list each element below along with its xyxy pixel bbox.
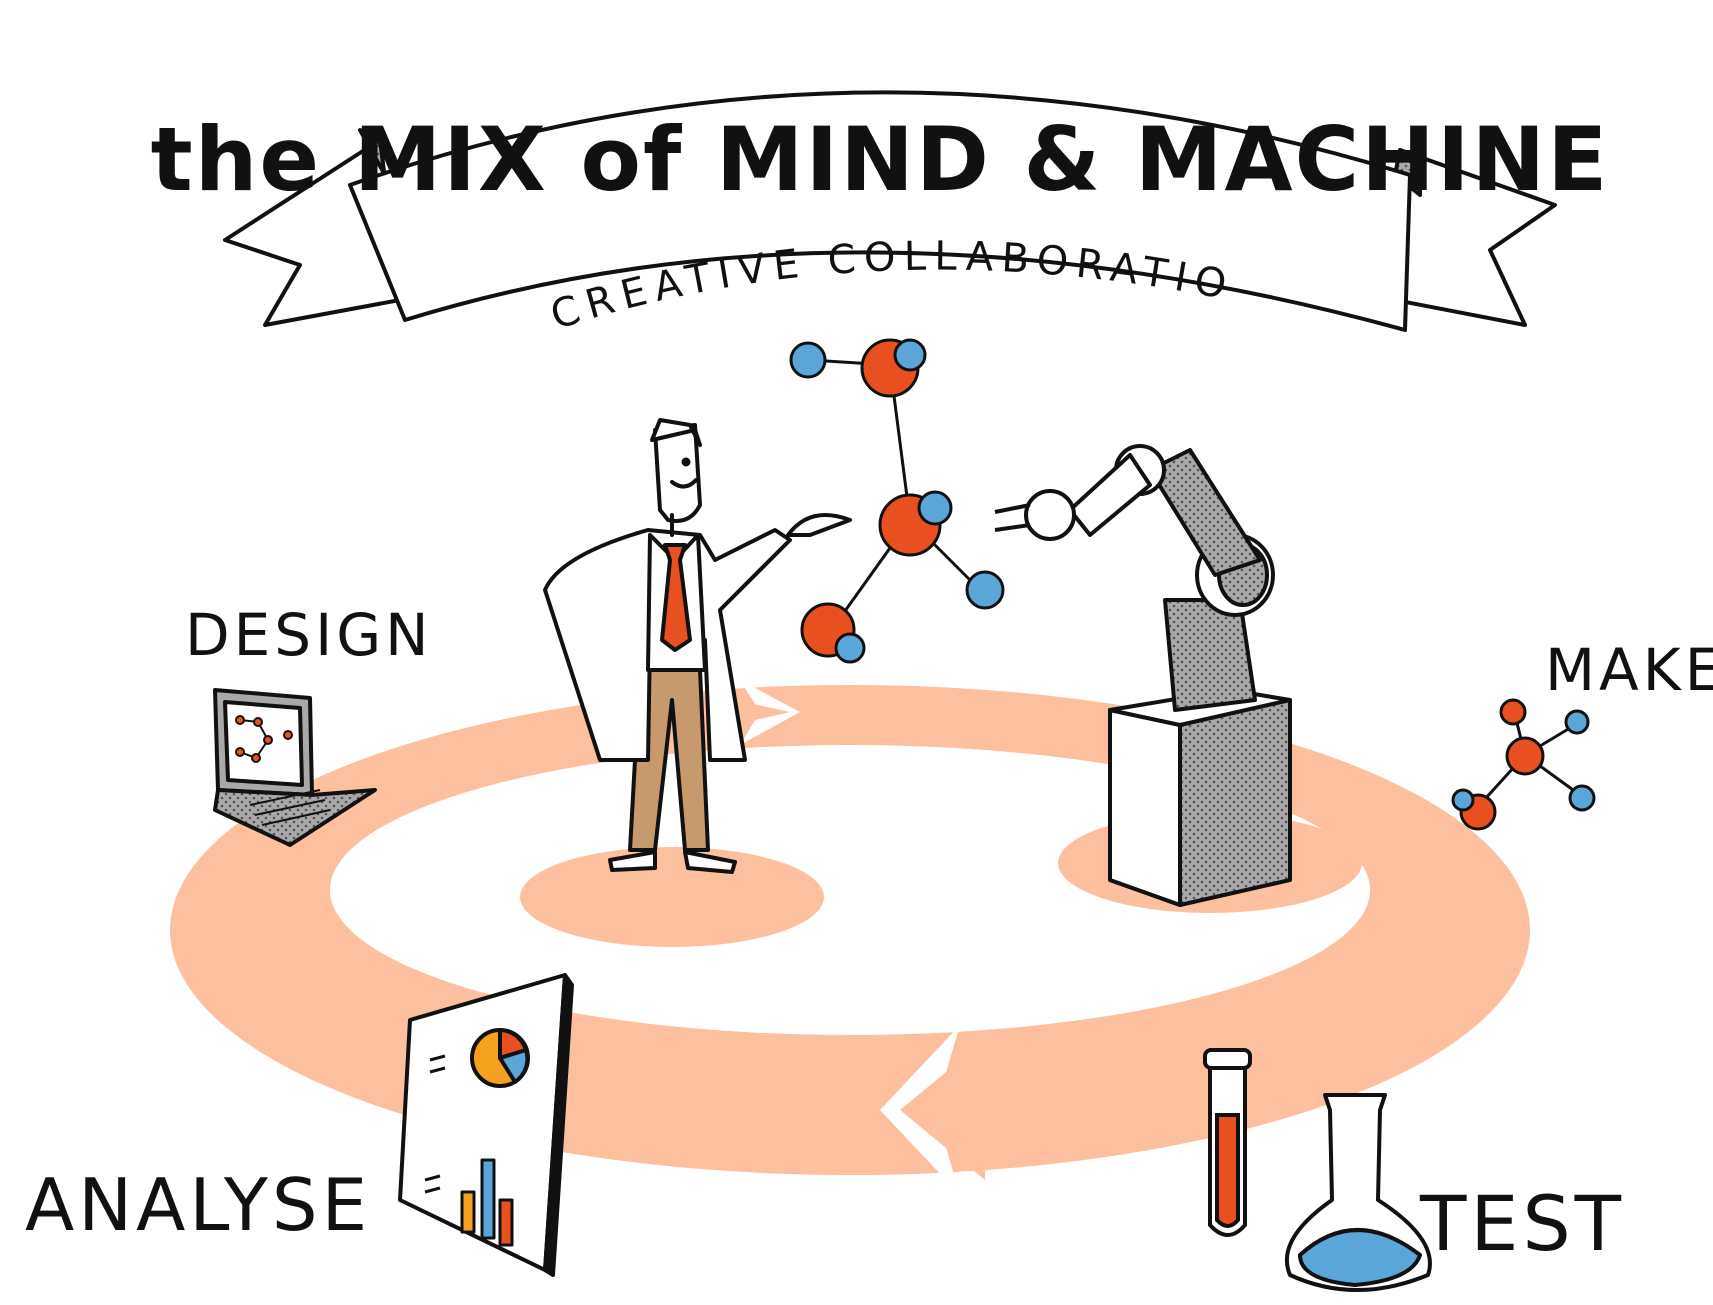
- report-pie-icon: [470, 1028, 530, 1088]
- test-tube-icon: [1203, 1048, 1252, 1237]
- stage-label-test: TEST: [1419, 1179, 1625, 1268]
- diagram-title: the MIX of MIND & MACHINE: [151, 108, 1610, 211]
- scientist-platform: [520, 847, 824, 947]
- flask-icon: [1284, 1093, 1432, 1292]
- small-molecule-icon: [1451, 698, 1596, 831]
- robot-arm-icon: [994, 444, 1292, 907]
- cycle-diagram: the MIX of MIND & MACHINE A CREATIVE COL…: [0, 0, 1713, 1292]
- stage-label-analyse: ANALYSE: [25, 1163, 371, 1247]
- stage-label-design: DESIGN: [185, 601, 433, 669]
- cycle-ring: [170, 680, 1530, 1195]
- stage-label-make: MAKE: [1545, 636, 1713, 704]
- molecule-icon: [789, 338, 1005, 664]
- report-chart-icon: [398, 973, 574, 1277]
- scientist-figure: [543, 418, 852, 874]
